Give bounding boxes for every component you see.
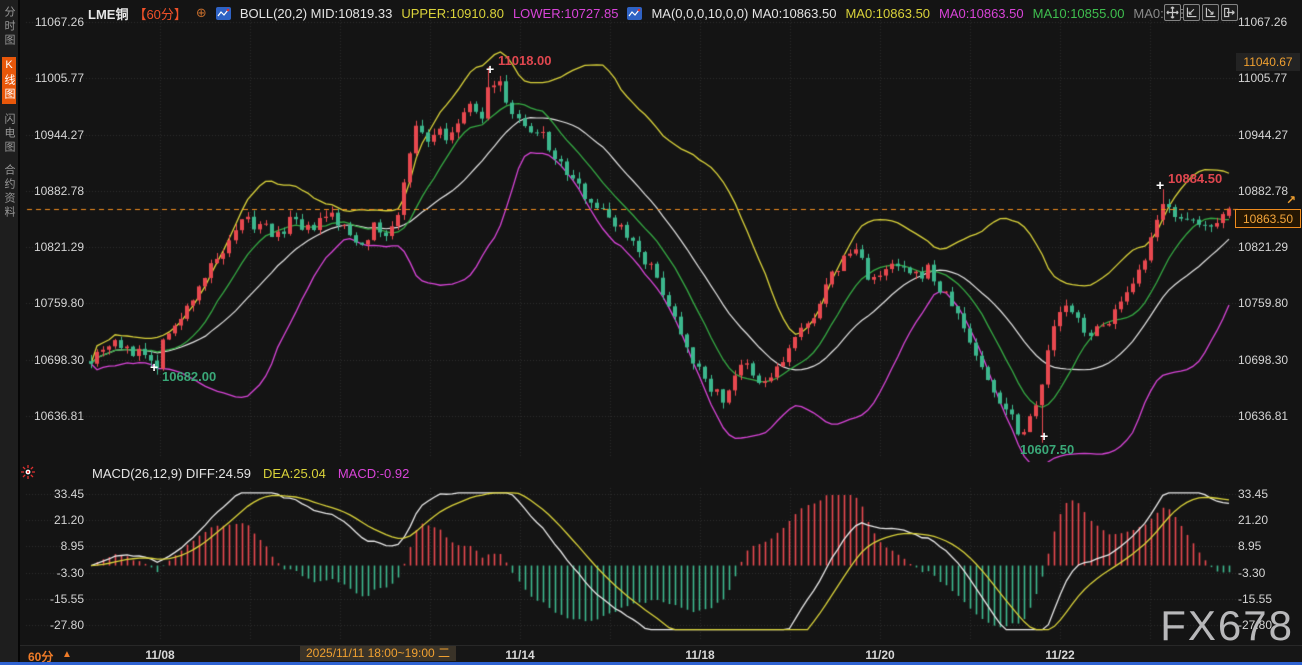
price-tick-left: 10821.29 <box>24 240 84 254</box>
macd-tick-right: 21.20 <box>1238 513 1300 527</box>
axis-zoom-out-icon[interactable] <box>1202 4 1219 21</box>
price-tick-left: 10944.27 <box>24 128 84 142</box>
ma-indicator-icon[interactable] <box>627 7 642 20</box>
price-tick-right: 10944.27 <box>1238 128 1300 142</box>
sidebar-item-time-chart[interactable]: 分时图 <box>2 6 16 48</box>
date-label: 11/08 <box>145 648 174 662</box>
macd-tick-left: -3.30 <box>24 566 84 580</box>
date-label: 11/14 <box>505 648 534 662</box>
sidebar-item-contract-info[interactable]: 合约资料 <box>2 164 16 220</box>
price-tick-left: 10698.30 <box>24 353 84 367</box>
macd-tick-left: 21.20 <box>24 513 84 527</box>
chart-toolbar <box>1164 4 1238 21</box>
price-tick-right: 10821.29 <box>1238 240 1300 254</box>
price-marker-label: 11018.00 <box>498 53 552 68</box>
price-marker-cross: + <box>1156 179 1164 191</box>
sidebar-item-kline-chart[interactable]: K线图 <box>2 57 16 104</box>
price-tick-left: 10882.78 <box>24 184 84 198</box>
boll-indicator-icon[interactable] <box>216 7 231 20</box>
price-tick-right: 10698.30 <box>1238 353 1300 367</box>
sidebar-item-lightning-chart[interactable]: 闪电图 <box>2 113 16 155</box>
price-tick-right: 10636.81 <box>1238 409 1300 423</box>
ma0-yellow-value: MA0:10863.50 <box>845 6 930 21</box>
symbol-name: LME铜 <box>88 4 128 23</box>
price-tick-right: 11067.26 <box>1238 15 1300 29</box>
macd-title: MACD(26,12,9) DIFF:24.59 <box>92 466 251 481</box>
session-high-price-box: 11040.67 <box>1236 53 1300 71</box>
price-marker-label: 10607.50 <box>1020 442 1074 457</box>
last-price-box: 10863.50 <box>1235 209 1301 228</box>
indicator-settings-icon[interactable] <box>20 464 36 485</box>
boll-upper-value: UPPER:10910.80 <box>401 6 504 21</box>
macd-tick-left: -15.55 <box>24 592 84 606</box>
price-marker-label: 10884.50 <box>1168 171 1222 186</box>
time-axis-bar <box>0 645 1302 662</box>
boll-values: BOLL(20,2) MID:10819.33 <box>240 6 392 21</box>
ma-values: MA(0,0,0,10,0,0) MA0:10863.50 <box>651 6 836 21</box>
chart-header: LME铜 【60分】 ⊕ BOLL(20,2) MID:10819.33 UPP… <box>22 0 1222 26</box>
axis-zoom-in-icon[interactable] <box>1183 4 1200 21</box>
price-marker-label: 10682.00 <box>162 369 216 384</box>
price-tick-right: 10759.80 <box>1238 296 1300 310</box>
fx678-watermark: FX678 <box>1160 602 1294 650</box>
price-tick-right: 11005.77 <box>1238 71 1300 85</box>
price-marker-cross: + <box>486 63 494 75</box>
price-marker-cross: + <box>1040 430 1048 442</box>
ma0-magenta-value: MA0:10863.50 <box>939 6 1024 21</box>
date-label: 11/18 <box>685 648 714 662</box>
macd-header: MACD(26,12,9) DIFF:24.59 DEA:25.04 MACD:… <box>92 466 409 481</box>
price-tick-right: 10882.78 <box>1238 184 1300 198</box>
macd-dea-value: DEA:25.04 <box>263 466 326 481</box>
cursor-time-label: 2025/11/11 18:00~19:00 二 <box>300 646 456 661</box>
kline-chart-canvas[interactable] <box>0 0 1302 665</box>
macd-tick-left: -27.80 <box>24 618 84 632</box>
price-tick-left: 10759.80 <box>24 296 84 310</box>
settings-circle-icon[interactable]: ⊕ <box>196 5 207 21</box>
price-tick-left: 11005.77 <box>24 71 84 85</box>
period-label[interactable]: 【60分】 <box>133 4 186 23</box>
macd-tick-left: 33.45 <box>24 487 84 501</box>
move-icon[interactable] <box>1164 4 1181 21</box>
ma10-green-value: MA10:10855.00 <box>1033 6 1125 21</box>
macd-tick-left: 8.95 <box>24 539 84 553</box>
macd-hist-value: MACD:-0.92 <box>338 466 410 481</box>
boll-lower-value: LOWER:10727.85 <box>513 6 619 21</box>
date-label: 11/22 <box>1045 648 1074 662</box>
price-tick-left: 11067.26 <box>24 15 84 29</box>
macd-tick-right: -3.30 <box>1238 566 1300 580</box>
macd-tick-right: 8.95 <box>1238 539 1300 553</box>
sidebar: 分时图 K线图 闪电图 合约资料 <box>0 0 20 665</box>
price-marker-cross: + <box>150 361 158 373</box>
macd-tick-right: 33.45 <box>1238 487 1300 501</box>
date-label: 11/20 <box>865 648 894 662</box>
period-dropdown-icon[interactable]: ▲ <box>62 649 72 660</box>
exit-fullscreen-icon[interactable] <box>1221 4 1238 21</box>
price-tick-left: 10636.81 <box>24 409 84 423</box>
